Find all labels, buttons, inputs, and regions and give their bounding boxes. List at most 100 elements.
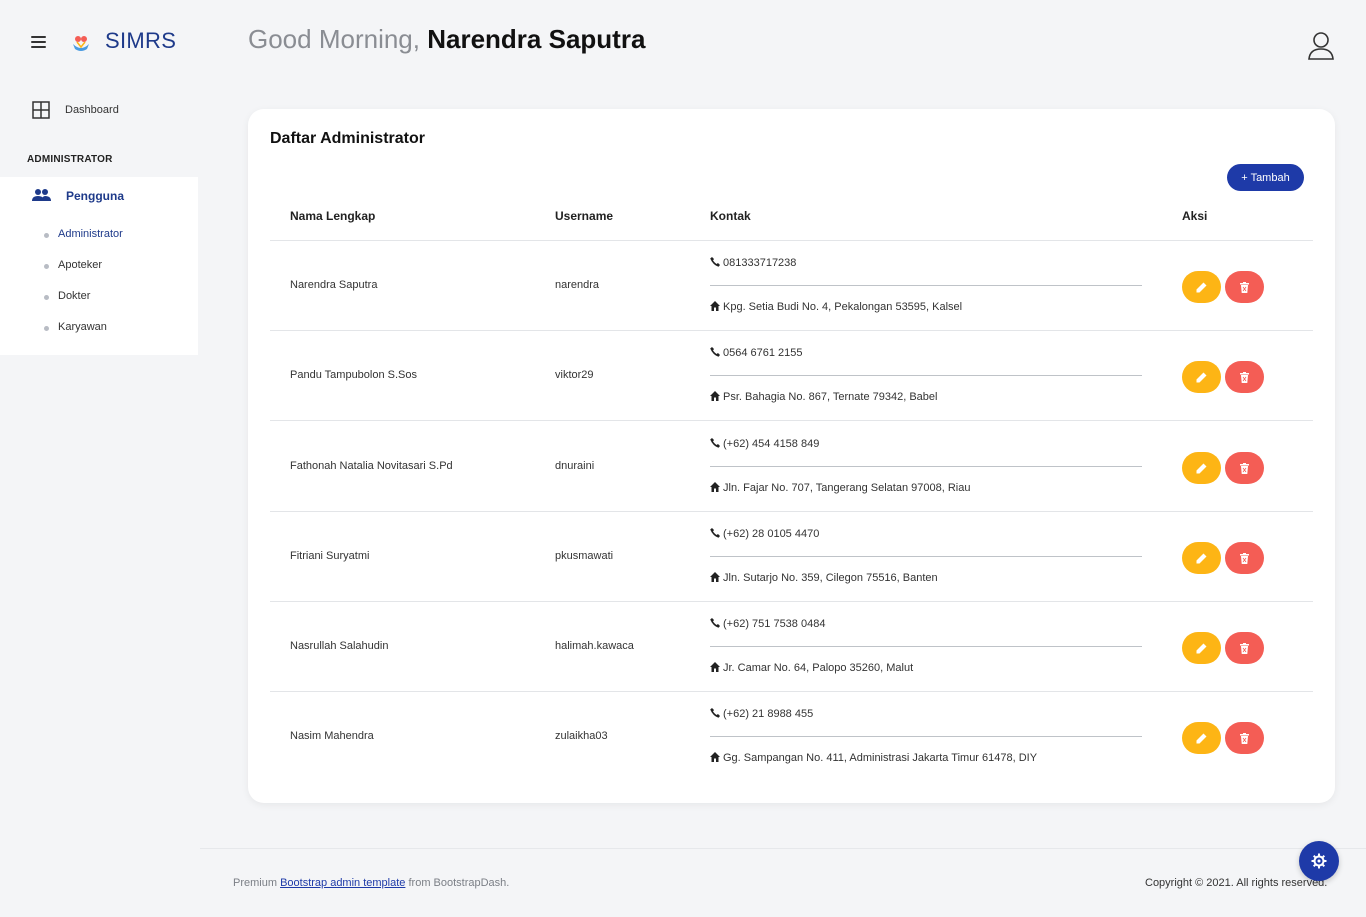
delete-button[interactable] — [1225, 722, 1264, 754]
home-icon — [710, 301, 720, 311]
delete-button[interactable] — [1225, 452, 1264, 484]
sidebar-group-pengguna: Pengguna Administrator Apoteker Dokter K… — [0, 177, 198, 355]
trash-icon — [1240, 552, 1249, 564]
edit-button[interactable] — [1182, 632, 1221, 664]
home-icon — [710, 391, 720, 401]
cell-phone: (+62) 454 4158 849 — [710, 438, 819, 450]
contact-divider — [710, 285, 1142, 286]
footer-credit-prefix: Premium — [233, 877, 281, 889]
sidebar-item-administrator[interactable]: Administrator — [44, 225, 194, 245]
footer-copyright: Copyright © 2021. All rights reserved. — [1145, 877, 1328, 889]
pencil-icon — [1196, 282, 1207, 292]
cell-name: Nasim Mahendra — [290, 730, 374, 742]
bullet-icon — [44, 233, 49, 238]
phone-icon — [710, 618, 720, 628]
cell-username: dnuraini — [555, 460, 595, 472]
greeting-text: Good Morning, — [248, 24, 420, 54]
delete-button[interactable] — [1225, 361, 1264, 393]
admin-list-card: Daftar Administrator + Tambah Nama Lengk… — [248, 109, 1335, 803]
phone-icon — [710, 347, 720, 357]
add-button[interactable]: + Tambah — [1227, 164, 1304, 191]
contact-divider — [710, 375, 1142, 376]
sidebar-sub-item-label: Dokter — [58, 290, 91, 302]
phone-text: (+62) 28 0105 4470 — [723, 528, 820, 540]
home-icon — [710, 662, 720, 672]
brand-name[interactable]: SIMRS — [105, 28, 176, 54]
pencil-icon — [1196, 372, 1207, 382]
sidebar-sub-item-label: Administrator — [58, 228, 123, 240]
phone-icon — [710, 438, 720, 448]
delete-button[interactable] — [1225, 542, 1264, 574]
edit-button[interactable] — [1182, 542, 1221, 574]
cell-address: Gg. Sampangan No. 411, Administrasi Jaka… — [710, 752, 1037, 764]
sidebar-sub-item-label: Karyawan — [58, 321, 107, 333]
table-row: Fitriani Suryatmi pkusmawati (+62) 28 01… — [270, 512, 1313, 602]
table-row: Pandu Tampubolon S.Sos viktor29 0564 676… — [270, 331, 1313, 421]
edit-button[interactable] — [1182, 361, 1221, 393]
bullet-icon — [44, 264, 49, 269]
sidebar-item-label: Dashboard — [65, 104, 119, 116]
contact-divider — [710, 646, 1142, 647]
sidebar-item-apoteker[interactable]: Apoteker — [44, 256, 194, 276]
pencil-icon — [1196, 643, 1207, 653]
address-text: Gg. Sampangan No. 411, Administrasi Jaka… — [723, 752, 1038, 764]
cell-username: pkusmawati — [555, 550, 614, 562]
column-header-aksi: Aksi — [1182, 209, 1208, 223]
column-header-username: Username — [555, 209, 614, 223]
cell-phone: (+62) 751 7538 0484 — [710, 618, 825, 630]
footer-credit-suffix: from BootstrapDash. — [405, 877, 510, 889]
address-text: Jln. Sutarjo No. 359, Cilegon 75516, Ban… — [723, 572, 938, 584]
home-icon — [710, 572, 720, 582]
cell-username: halimah.kawaca — [555, 640, 634, 652]
delete-button[interactable] — [1225, 632, 1264, 664]
user-profile-icon[interactable] — [1307, 31, 1335, 61]
pencil-icon — [1196, 733, 1207, 743]
trash-icon — [1240, 732, 1249, 744]
cell-address: Jln. Fajar No. 707, Tangerang Selatan 97… — [710, 482, 970, 494]
footer-template-link[interactable]: Bootstrap admin template — [280, 877, 405, 889]
phone-text: (+62) 21 8988 455 — [723, 708, 814, 720]
address-text: Jr. Camar No. 64, Palopo 35260, Malut — [723, 662, 914, 674]
address-text: Psr. Bahagia No. 867, Ternate 79342, Bab… — [723, 391, 938, 403]
edit-button[interactable] — [1182, 722, 1221, 754]
phone-text: (+62) 454 4158 849 — [723, 438, 820, 450]
cell-username: zulaikha03 — [555, 730, 608, 742]
phone-icon — [710, 257, 720, 267]
delete-button[interactable] — [1225, 271, 1264, 303]
cell-address: Jln. Sutarjo No. 359, Cilegon 75516, Ban… — [710, 572, 938, 584]
sidebar-section-title: ADMINISTRATOR — [27, 154, 113, 165]
cell-phone: 081333717238 — [710, 257, 796, 269]
table-row: Nasim Mahendra zulaikha03 (+62) 21 8988 … — [270, 692, 1313, 782]
menu-toggle-icon[interactable] — [31, 36, 46, 48]
cell-name: Pandu Tampubolon S.Sos — [290, 369, 417, 381]
cell-address: Kpg. Setia Budi No. 4, Pekalongan 53595,… — [710, 301, 962, 313]
sidebar-item-pengguna[interactable]: Pengguna — [0, 177, 198, 215]
pencil-icon — [1196, 463, 1207, 473]
greeting-user-name: Narendra Saputra — [427, 24, 646, 54]
cell-address: Jr. Camar No. 64, Palopo 35260, Malut — [710, 662, 913, 674]
settings-button[interactable] — [1299, 841, 1339, 881]
footer-divider — [200, 848, 1366, 849]
column-header-nama: Nama Lengkap — [290, 209, 376, 223]
contact-divider — [710, 466, 1142, 467]
gear-icon — [1311, 853, 1327, 869]
sidebar-item-dokter[interactable]: Dokter — [44, 287, 194, 307]
table-row: Nasrullah Salahudin halimah.kawaca (+62)… — [270, 602, 1313, 692]
table-header: Nama Lengkap Username Kontak Aksi — [270, 199, 1313, 241]
trash-icon — [1240, 642, 1249, 654]
trash-icon — [1240, 281, 1249, 293]
greeting: Good Morning, Narendra Saputra — [248, 24, 645, 55]
sidebar-item-dashboard[interactable]: Dashboard — [0, 96, 198, 126]
home-icon — [710, 752, 720, 762]
table-row: Fathonah Natalia Novitasari S.Pd dnurain… — [270, 422, 1313, 512]
contact-divider — [710, 736, 1142, 737]
edit-button[interactable] — [1182, 271, 1221, 303]
footer-credit: Premium Bootstrap admin template from Bo… — [233, 877, 509, 889]
cell-address: Psr. Bahagia No. 867, Ternate 79342, Bab… — [710, 391, 937, 403]
sidebar-item-karyawan[interactable]: Karyawan — [44, 318, 194, 338]
trash-icon — [1240, 371, 1249, 383]
cell-phone: (+62) 21 8988 455 — [710, 708, 813, 720]
cell-phone: 0564 6761 2155 — [710, 347, 803, 359]
users-icon — [32, 189, 51, 201]
edit-button[interactable] — [1182, 452, 1221, 484]
